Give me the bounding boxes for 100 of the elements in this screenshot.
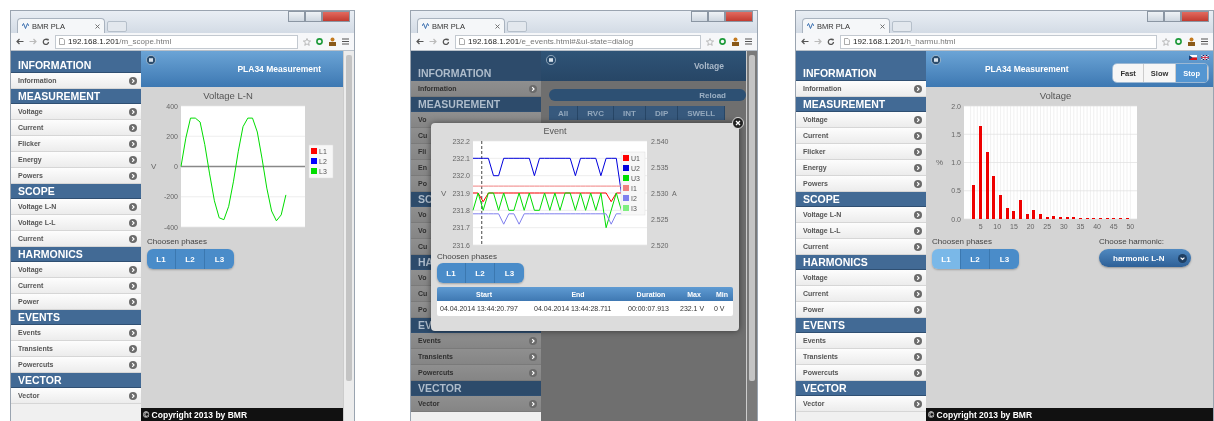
chevron-right-icon bbox=[914, 147, 922, 156]
chevron-right-icon bbox=[529, 352, 537, 361]
section-header: HARMONICS bbox=[796, 255, 926, 270]
menu-button-icon[interactable] bbox=[931, 55, 941, 65]
bar bbox=[1012, 211, 1015, 219]
url-field[interactable]: 192.168.1.201/h_harmu.html bbox=[840, 34, 1157, 49]
reload-icon[interactable] bbox=[42, 37, 50, 46]
phase-button[interactable]: L3 bbox=[990, 249, 1019, 269]
chevron-right-icon bbox=[129, 360, 137, 369]
field-label: Choosen phases bbox=[932, 237, 993, 246]
chevron-right-icon bbox=[914, 352, 922, 361]
section-header: INFORMATION bbox=[796, 51, 926, 81]
chevron-right-icon bbox=[914, 84, 922, 93]
phase-button[interactable]: L1 bbox=[147, 249, 176, 269]
phase-button[interactable]: L2 bbox=[176, 249, 205, 269]
chevron-right-icon bbox=[914, 242, 922, 251]
chevron-right-icon bbox=[129, 265, 137, 274]
harmonic-select[interactable]: harmonic L-N bbox=[1099, 249, 1191, 267]
minimize-button[interactable] bbox=[288, 11, 305, 22]
star-icon[interactable] bbox=[1162, 37, 1170, 46]
page-icon bbox=[459, 38, 465, 45]
dialog-title: Event bbox=[542, 126, 568, 136]
menu-button-icon[interactable] bbox=[146, 55, 156, 65]
person-icon[interactable] bbox=[328, 37, 337, 46]
menu-icon[interactable] bbox=[745, 38, 752, 45]
scrollbar[interactable] bbox=[746, 51, 757, 421]
phase-button[interactable]: L3 bbox=[205, 249, 234, 269]
minimize-button[interactable] bbox=[1147, 11, 1164, 22]
phase-button[interactable]: L2 bbox=[961, 249, 990, 269]
minimize-button[interactable] bbox=[691, 11, 708, 22]
person-icon[interactable] bbox=[731, 37, 740, 46]
back-icon[interactable] bbox=[16, 38, 24, 45]
ring-icon[interactable] bbox=[316, 38, 323, 45]
ring-icon[interactable] bbox=[719, 38, 726, 45]
menu-button-icon[interactable] bbox=[546, 55, 556, 65]
flag-icon[interactable] bbox=[1201, 55, 1209, 60]
bar bbox=[1052, 216, 1055, 219]
reload-icon[interactable] bbox=[442, 37, 450, 46]
bar bbox=[1006, 208, 1009, 219]
section-header: INFORMATION bbox=[11, 51, 141, 73]
flag-icon[interactable] bbox=[1189, 55, 1197, 60]
star-icon[interactable] bbox=[706, 37, 714, 46]
bar bbox=[1032, 210, 1035, 219]
ring-icon[interactable] bbox=[1175, 38, 1182, 45]
section-header: MEASUREMENT bbox=[411, 97, 541, 112]
chevron-right-icon bbox=[914, 289, 922, 298]
reload-icon[interactable] bbox=[827, 37, 835, 46]
forward-icon[interactable] bbox=[814, 38, 822, 45]
section-header: VECTOR bbox=[11, 373, 141, 388]
close-button[interactable] bbox=[725, 11, 753, 22]
phase-button[interactable]: L2 bbox=[466, 263, 495, 283]
close-button[interactable] bbox=[1181, 11, 1209, 22]
back-icon[interactable] bbox=[801, 38, 809, 45]
axis-label: % bbox=[936, 158, 944, 167]
axis-label: V bbox=[151, 162, 157, 171]
menu-icon[interactable] bbox=[1201, 38, 1208, 45]
section-header: MEASUREMENT bbox=[796, 97, 926, 112]
chevron-right-icon bbox=[129, 297, 137, 306]
menu-icon[interactable] bbox=[342, 38, 349, 45]
url-field[interactable]: 192.168.1.201/e_events.html#&ui-state=dialog bbox=[455, 34, 701, 49]
section-header: MEASUREMENT bbox=[11, 89, 141, 104]
url-field[interactable]: 192.168.1.201/m_scope.html bbox=[55, 34, 298, 49]
chevron-right-icon bbox=[129, 202, 137, 211]
close-button[interactable] bbox=[322, 11, 350, 22]
chevron-right-icon bbox=[129, 234, 137, 243]
section-header: EVENTS bbox=[11, 310, 141, 325]
chevron-right-icon bbox=[914, 163, 922, 172]
forward-icon[interactable] bbox=[29, 38, 37, 45]
scrollbar[interactable] bbox=[343, 51, 354, 421]
chevron-right-icon bbox=[129, 107, 137, 116]
chart-title: Voltage bbox=[1038, 90, 1073, 101]
section-header: SCOPE bbox=[11, 184, 141, 199]
maximize-button[interactable] bbox=[708, 11, 725, 22]
star-icon[interactable] bbox=[303, 37, 311, 46]
maximize-button[interactable] bbox=[305, 11, 322, 22]
chevron-right-icon bbox=[914, 226, 922, 235]
page-title: PLA34 Measurement bbox=[236, 64, 322, 74]
bar bbox=[972, 185, 975, 219]
chevron-right-icon bbox=[529, 336, 537, 345]
chevron-right-icon bbox=[914, 368, 922, 377]
reload-button[interactable]: Reload bbox=[549, 89, 746, 101]
chevron-right-icon bbox=[129, 218, 137, 227]
chevron-right-icon bbox=[914, 305, 922, 314]
phase-button[interactable]: L1 bbox=[437, 263, 466, 283]
bar bbox=[1019, 200, 1022, 219]
section-header: HARMONICS bbox=[11, 247, 141, 262]
person-icon[interactable] bbox=[1187, 37, 1196, 46]
copyright-footer: © Copyright 2013 by BMR bbox=[141, 408, 343, 421]
maximize-button[interactable] bbox=[1164, 11, 1181, 22]
forward-icon[interactable] bbox=[429, 38, 437, 45]
page-icon bbox=[844, 38, 850, 45]
chevron-right-icon bbox=[129, 123, 137, 132]
page-title: PLA34 Measurement bbox=[983, 64, 1070, 74]
field-label: Choosen phases bbox=[147, 237, 208, 246]
phase-button[interactable]: L3 bbox=[495, 263, 524, 283]
chevron-right-icon bbox=[129, 328, 137, 337]
wave-icon bbox=[22, 23, 29, 29]
page-icon bbox=[59, 38, 65, 45]
back-icon[interactable] bbox=[416, 38, 424, 45]
section-header: VECTOR bbox=[796, 381, 926, 396]
